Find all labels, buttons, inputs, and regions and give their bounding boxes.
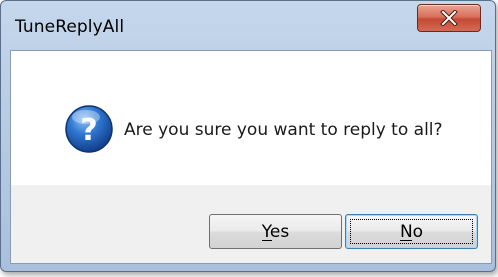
- no-button[interactable]: No: [345, 214, 478, 249]
- message-text: Are you sure you want to reply to all?: [124, 120, 443, 140]
- close-button[interactable]: [417, 4, 481, 32]
- mnemonic-underline: [261, 239, 272, 241]
- dialog-body: ? Are you sure you want to reply to all?…: [10, 50, 492, 264]
- dialog-window: TuneReplyAll ? Are you sure you want to …: [0, 0, 496, 272]
- message-area: ? Are you sure you want to reply to all?: [11, 51, 491, 185]
- close-icon: [440, 10, 458, 26]
- no-button-label: No: [399, 221, 424, 242]
- svg-text:?: ?: [80, 113, 97, 148]
- yes-button-label: Yes: [261, 221, 290, 242]
- title-bar[interactable]: TuneReplyAll: [1, 1, 495, 51]
- yes-button[interactable]: Yes: [209, 214, 342, 249]
- window-title: TuneReplyAll: [15, 17, 125, 37]
- question-icon: ?: [65, 105, 113, 153]
- mnemonic-underline: [399, 239, 412, 241]
